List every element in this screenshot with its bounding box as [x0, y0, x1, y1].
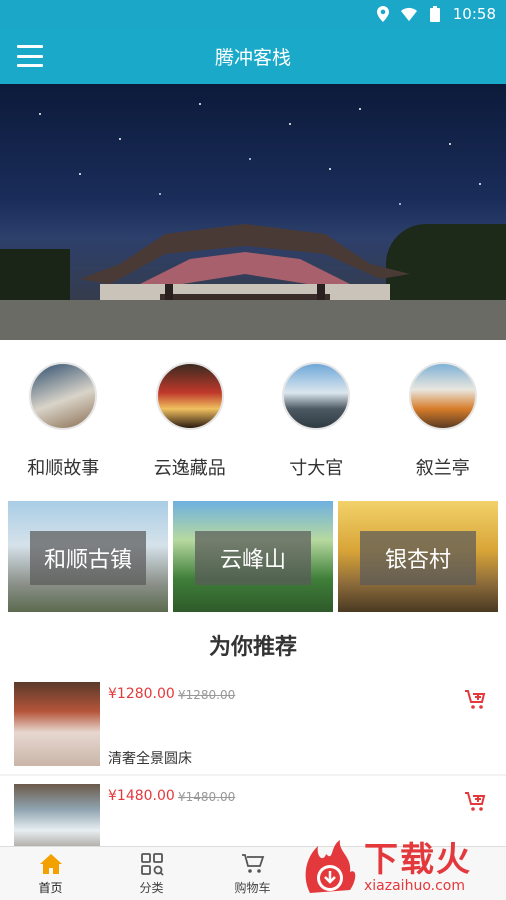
- ground: [0, 300, 506, 340]
- category-label: 寸大官: [289, 458, 344, 479]
- watermark-url: xiazaihuo.com: [364, 878, 465, 894]
- place-card[interactable]: 和顺古镇: [8, 501, 168, 612]
- category-thumbnail: [408, 362, 477, 430]
- menu-icon[interactable]: [17, 45, 43, 67]
- category-thumbnail: [155, 362, 224, 430]
- wifi-icon: [400, 6, 417, 22]
- hero-banner[interactable]: [0, 84, 506, 340]
- category-item[interactable]: 云逸藏品: [135, 340, 245, 500]
- status-bar: 10:58: [0, 0, 506, 28]
- product-original-price: ¥1280.00: [178, 688, 236, 702]
- category-row: 和顺故事 云逸藏品 寸大官 叙兰亭: [0, 340, 506, 500]
- product-image: [14, 682, 100, 766]
- tab-label: 分类: [139, 880, 164, 895]
- recommend-title: 为你推荐: [0, 616, 506, 674]
- page-title: 腾冲客栈: [214, 46, 291, 69]
- add-to-cart-icon[interactable]: [464, 688, 488, 712]
- watermark-brand: 下载火: [364, 840, 472, 880]
- category-item[interactable]: 和顺故事: [8, 340, 118, 500]
- category-item[interactable]: 寸大官: [261, 340, 371, 500]
- tab-label: 首页: [38, 880, 63, 895]
- product-original-price: ¥1480.00: [178, 790, 236, 804]
- product-price: ¥1480.00: [108, 788, 175, 804]
- home-icon: [39, 853, 62, 874]
- grid-icon: [140, 852, 164, 876]
- product-name: 清奢全景圆床: [108, 751, 192, 767]
- app-bar: 腾冲客栈: [0, 28, 506, 84]
- tab-home[interactable]: 首页: [0, 847, 101, 900]
- cart-icon: [241, 853, 264, 873]
- category-item[interactable]: 叙兰亭: [388, 340, 498, 500]
- place-card[interactable]: 云峰山: [173, 501, 333, 612]
- product-price: ¥1280.00: [108, 686, 175, 702]
- watermark: 下载火 xiazaihuo.com: [300, 836, 506, 900]
- place-label: 银杏村: [360, 531, 476, 585]
- tab-category[interactable]: 分类: [101, 847, 202, 900]
- flame-logo-icon: [305, 840, 356, 893]
- category-label: 叙兰亭: [415, 458, 470, 479]
- product-item[interactable]: ¥1280.00 ¥1280.00 清奢全景圆床: [0, 674, 506, 774]
- place-row: 和顺古镇 云峰山 银杏村: [0, 500, 506, 616]
- battery-icon: [427, 6, 443, 22]
- category-label: 云逸藏品: [153, 458, 226, 479]
- place-card[interactable]: 银杏村: [338, 501, 498, 612]
- location-icon: [375, 6, 391, 22]
- category-thumbnail: [282, 362, 351, 430]
- place-label: 云峰山: [195, 531, 311, 585]
- status-time: 10:58: [452, 5, 496, 23]
- add-to-cart-icon[interactable]: [464, 790, 488, 814]
- category-thumbnail: [29, 362, 98, 430]
- tab-label: 购物车: [234, 880, 271, 895]
- tab-cart[interactable]: 购物车: [202, 847, 303, 900]
- place-label: 和顺古镇: [30, 531, 146, 585]
- category-label: 和顺故事: [27, 458, 100, 479]
